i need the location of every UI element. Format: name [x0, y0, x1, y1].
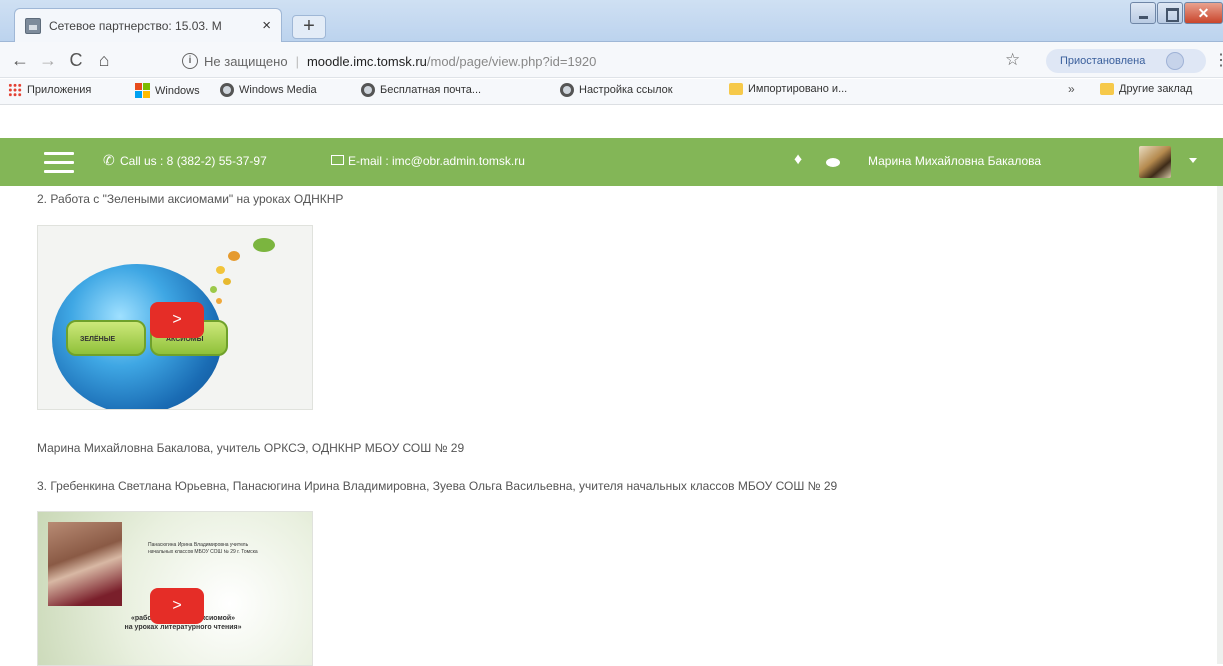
home-button[interactable]: ⌂: [90, 46, 118, 74]
browser-tab-strip: Сетевое партнерство: 15.03. М × + ✕: [0, 0, 1223, 42]
profile-paused-label: Приостановлена: [1060, 55, 1146, 67]
window-minimize-button[interactable]: [1130, 2, 1156, 24]
reload-button[interactable]: C: [62, 46, 90, 74]
bookmark-label: Бесплатная почта...: [380, 84, 482, 96]
video2-caption-small: Панасюгина Ирина Владимировна учитель на…: [148, 542, 258, 555]
browser-toolbar: ← → C ⌂ i Не защищено | moodle.imc.tomsk…: [0, 42, 1223, 78]
item-2-title: 2. Работа с "Зелеными аксиомами" на урок…: [37, 192, 344, 206]
video2-caption-line-2: на уроках литературного чтения»: [124, 624, 242, 631]
chevron-down-icon[interactable]: [1189, 158, 1197, 163]
url-separator: |: [295, 53, 299, 69]
bookmark-windows-media[interactable]: Windows Media: [220, 83, 317, 97]
apps-icon: [8, 83, 22, 97]
bubble-shape: [223, 278, 231, 285]
hamburger-menu-icon[interactable]: [44, 152, 74, 174]
play-button[interactable]: >: [150, 588, 204, 624]
messages-chat-icon[interactable]: [826, 158, 840, 167]
bubble-shape: [210, 286, 217, 293]
band-left-text: ЗЕЛЁНЫЕ: [80, 336, 116, 343]
windows-icon: [135, 83, 150, 98]
bookmark-free-mail[interactable]: Бесплатная почта...: [361, 83, 481, 97]
bookmark-link-settings[interactable]: Настройка ссылок: [560, 83, 673, 97]
user-avatar[interactable]: [1139, 146, 1171, 178]
bookmark-windows[interactable]: Windows: [135, 83, 200, 98]
security-status[interactable]: Не защищено: [204, 54, 288, 69]
play-button[interactable]: >: [150, 302, 204, 338]
bookmark-label: Windows: [155, 84, 200, 97]
tab-close-icon[interactable]: ×: [262, 17, 271, 34]
url-host: moodle.imc.tomsk.ru: [306, 53, 427, 69]
profile-avatar-icon: [1166, 52, 1184, 70]
page-favicon-icon: [25, 17, 41, 34]
back-button[interactable]: ←: [6, 46, 34, 74]
bubble-shape: [216, 266, 225, 274]
bookmarks-bar: Приложения Windows Windows Media Бесплат…: [0, 79, 1223, 105]
globe-icon: [560, 83, 574, 97]
tab-title: Сетевое партнерство: 15.03. М: [49, 18, 222, 33]
bookmarks-more-icon[interactable]: »: [1068, 82, 1075, 96]
bookmark-label: Приложения: [27, 84, 92, 96]
user-name[interactable]: Марина Михайловна Бакалова: [868, 154, 1041, 168]
browser-tab[interactable]: Сетевое партнерство: 15.03. М ×: [14, 8, 282, 42]
url-path: /mod/page/view.php?id=1920: [426, 53, 597, 69]
bookmark-apps[interactable]: Приложения: [8, 83, 91, 97]
page-scrollbar[interactable]: [1217, 186, 1223, 664]
window-maximize-button[interactable]: [1157, 2, 1183, 24]
item-3-title: 3. Гребенкина Светлана Юрьевна, Панасюги…: [37, 479, 838, 493]
page-content: 2. Работа с "Зелеными аксиомами" на урок…: [0, 186, 1223, 666]
bookmark-label: Настройка ссылок: [579, 84, 673, 96]
folder-icon: [729, 83, 743, 95]
bookmark-label: Windows Media: [239, 84, 317, 96]
notifications-bell-icon[interactable]: ♦: [794, 151, 802, 169]
bookmark-imported-folder[interactable]: Импортировано и...: [729, 83, 847, 95]
globe-icon: [220, 83, 234, 97]
address-bar[interactable]: i Не защищено | moodle.imc.tomsk.ru/mod/…: [182, 48, 1032, 74]
teacher-portrait-image: [48, 522, 122, 606]
phone-icon: ✆: [103, 152, 115, 168]
new-tab-button[interactable]: +: [292, 15, 326, 39]
bookmark-label: Импортировано и...: [748, 83, 848, 95]
window-close-button[interactable]: ✕: [1184, 2, 1223, 24]
profile-paused-button[interactable]: Приостановлена: [1046, 49, 1206, 73]
item-2-author: Марина Михайловна Бакалова, учитель ОРКС…: [37, 441, 465, 455]
bubble-shape: [216, 298, 222, 304]
browser-menu-icon[interactable]: ⋮: [1213, 50, 1223, 70]
bookmark-star-icon[interactable]: ☆: [1005, 50, 1020, 70]
site-navbar: ✆ Call us : 8 (382-2) 55-37-97 E-mail : …: [0, 138, 1223, 186]
video-thumbnail-reading-lessons[interactable]: Панасюгина Ирина Владимировна учитель на…: [37, 511, 313, 666]
video-thumbnail-green-axioms[interactable]: ЗЕЛЁНЫЕ АКСИОМЫ >: [37, 225, 313, 410]
bookmark-label: Другие заклад: [1119, 83, 1193, 95]
info-icon[interactable]: i: [182, 53, 198, 69]
bubble-shape: [253, 238, 275, 252]
folder-icon: [1100, 83, 1114, 95]
call-us-text: Call us : 8 (382-2) 55-37-97: [120, 154, 267, 168]
email-text: E-mail : imc@obr.admin.tomsk.ru: [348, 154, 525, 168]
bookmark-other-folder[interactable]: Другие заклад: [1100, 83, 1192, 95]
forward-button[interactable]: →: [34, 46, 62, 74]
globe-icon: [361, 83, 375, 97]
bubble-shape: [228, 251, 240, 261]
mail-icon: [331, 155, 344, 165]
